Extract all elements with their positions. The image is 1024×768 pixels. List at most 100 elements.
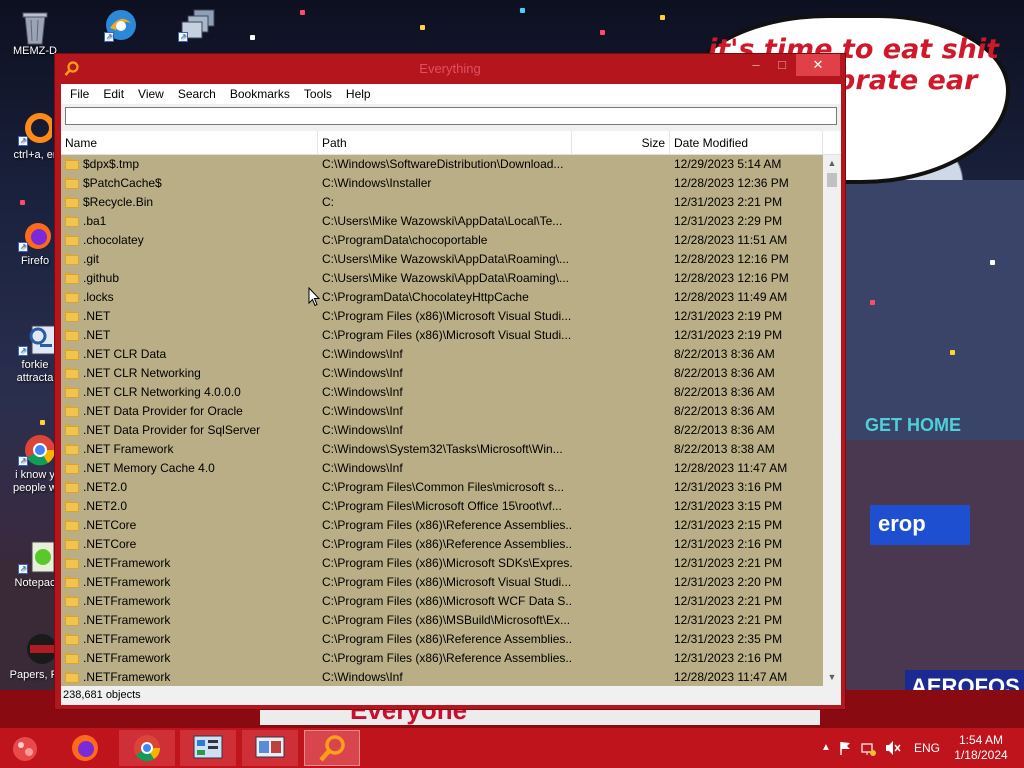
table-row[interactable]: .NETCore C:\Program Files (x86)\Reference… bbox=[61, 535, 823, 554]
menu-tools[interactable]: Tools bbox=[297, 84, 339, 104]
language-indicator[interactable]: ENG bbox=[910, 728, 944, 768]
scroll-thumb[interactable] bbox=[827, 173, 837, 187]
results-list[interactable]: Name Path Size Date Modified $dpx$.tmp C:… bbox=[61, 131, 841, 686]
menu-file[interactable]: File bbox=[63, 84, 96, 104]
table-row[interactable]: .NET C:\Program Files (x86)\Microsoft Vis… bbox=[61, 326, 823, 345]
show-hidden-icons-button[interactable]: ▲ bbox=[816, 728, 836, 768]
table-row[interactable]: .NET CLR Networking 4.0.0.0 C:\Windows\In… bbox=[61, 383, 823, 402]
shortcut-arrow-icon: ↗ bbox=[18, 456, 28, 466]
maximize-button[interactable]: □ bbox=[769, 54, 795, 76]
cell-path: C:\Windows\Inf bbox=[322, 670, 403, 684]
taskbar-everything[interactable] bbox=[304, 730, 360, 766]
column-size-header[interactable]: Size bbox=[572, 131, 670, 155]
table-row[interactable]: .NET2.0 C:\Program Files\Microsoft Office… bbox=[61, 497, 823, 516]
table-row[interactable]: .github C:\Users\Mike Wazowski\AppData\Ro… bbox=[61, 269, 823, 288]
column-date-header[interactable]: Date Modified bbox=[670, 131, 823, 155]
column-name-header[interactable]: Name bbox=[61, 131, 318, 155]
table-row[interactable]: .NETFramework C:\Program Files (x86)\Micr… bbox=[61, 573, 823, 592]
cell-date: 12/31/2023 2:21 PM bbox=[674, 613, 783, 627]
table-row[interactable]: $PatchCache$ C:\Windows\Installer 12/28/20… bbox=[61, 174, 823, 193]
table-row[interactable]: .chocolatey C:\ProgramData\chocoportable 1… bbox=[61, 231, 823, 250]
start-button[interactable] bbox=[0, 730, 50, 766]
folder-icon bbox=[65, 310, 79, 322]
volume-muted-icon[interactable] bbox=[884, 728, 904, 768]
desktop-icon-memz[interactable]: MEMZ-D bbox=[4, 8, 66, 57]
table-row[interactable]: .NETFramework C:\Program Files (x86)\MSBu… bbox=[61, 611, 823, 630]
taskbar-control-panel[interactable] bbox=[180, 730, 236, 766]
firefox-icon: ↗ bbox=[18, 218, 52, 252]
table-row[interactable]: .NET C:\Program Files (x86)\Microsoft Vis… bbox=[61, 307, 823, 326]
clock[interactable]: 1:54 AM 1/18/2024 bbox=[950, 733, 1012, 763]
cell-path: C:\Windows\Inf bbox=[322, 347, 403, 361]
cell-name: .NETFramework bbox=[83, 632, 171, 646]
cell-date: 12/31/2023 3:16 PM bbox=[674, 480, 783, 494]
table-row[interactable]: .NET Framework C:\Windows\System32\Tasks\… bbox=[61, 440, 823, 459]
menu-search[interactable]: Search bbox=[171, 84, 223, 104]
table-row[interactable]: .NET2.0 C:\Program Files\Common Files\mic… bbox=[61, 478, 823, 497]
menu-view[interactable]: View bbox=[131, 84, 171, 104]
column-path-header[interactable]: Path bbox=[318, 131, 572, 155]
cell-date: 12/31/2023 2:21 PM bbox=[674, 195, 783, 209]
table-row[interactable]: .locks C:\ProgramData\ChocolateyHttpCache… bbox=[61, 288, 823, 307]
table-row[interactable]: .NET Memory Cache 4.0 C:\Windows\Inf 12/28… bbox=[61, 459, 823, 478]
cell-name: .NET Framework bbox=[83, 442, 174, 456]
search-input[interactable] bbox=[65, 107, 837, 125]
table-row[interactable]: .NETFramework C:\Program Files (x86)\Micr… bbox=[61, 592, 823, 611]
minimize-button[interactable]: – bbox=[743, 54, 769, 76]
cell-name: .NET Data Provider for Oracle bbox=[83, 404, 243, 418]
desktop-icon-edge[interactable]: ↗ bbox=[90, 8, 152, 45]
table-row[interactable]: .NETFramework C:\Program Files (x86)\Refe… bbox=[61, 649, 823, 668]
menu-bookmarks[interactable]: Bookmarks bbox=[223, 84, 297, 104]
folder-icon bbox=[65, 215, 79, 227]
cell-name: .NET CLR Networking bbox=[83, 366, 201, 380]
taskbar-window-switcher[interactable] bbox=[242, 730, 298, 766]
taskbar-firefox[interactable] bbox=[58, 730, 114, 766]
scroll-down-icon[interactable]: ▼ bbox=[823, 669, 841, 686]
taskbar-chrome[interactable] bbox=[119, 730, 175, 766]
vertical-scrollbar[interactable]: ▲ ▼ bbox=[823, 155, 841, 686]
cell-date: 12/31/2023 3:15 PM bbox=[674, 499, 783, 513]
title-bar[interactable]: Everything – □ ✕ bbox=[55, 54, 845, 84]
table-row[interactable]: .NETFramework C:\Program Files (x86)\Micr… bbox=[61, 554, 823, 573]
table-row[interactable]: .NETCore C:\Program Files (x86)\Reference… bbox=[61, 516, 823, 535]
desktop-icon-windows[interactable]: ↗ bbox=[164, 8, 226, 45]
cell-name: .NET bbox=[83, 309, 111, 323]
shortcut-arrow-icon: ↗ bbox=[18, 136, 28, 146]
wallpaper-sign-gethome: GET HOME bbox=[865, 415, 962, 435]
table-row[interactable]: .git C:\Users\Mike Wazowski\AppData\Roami… bbox=[61, 250, 823, 269]
cell-path: C:\Windows\Inf bbox=[322, 366, 403, 380]
scroll-up-icon[interactable]: ▲ bbox=[823, 155, 841, 172]
cell-date: 12/28/2023 11:49 AM bbox=[674, 290, 788, 304]
cell-path: C:\Program Files (x86)\MSBuild\Microsoft… bbox=[322, 613, 571, 627]
cell-path: C:\Windows\Inf bbox=[322, 461, 403, 475]
table-row[interactable]: $Recycle.Bin C: 12/31/2023 2:21 PM bbox=[61, 193, 823, 212]
table-row[interactable]: $dpx$.tmp C:\Windows\SoftwareDistribution… bbox=[61, 155, 823, 174]
network-icon[interactable] bbox=[860, 728, 880, 768]
cell-path: C:\Program Files (x86)\Microsoft WCF Dat… bbox=[322, 594, 572, 608]
table-row[interactable]: .NET Data Provider for Oracle C:\Windows\… bbox=[61, 402, 823, 421]
results-rows: $dpx$.tmp C:\Windows\SoftwareDistribution… bbox=[61, 155, 823, 686]
menu-help[interactable]: Help bbox=[339, 84, 378, 104]
cell-name: .NETCore bbox=[83, 537, 137, 551]
table-row[interactable]: .NET CLR Data C:\Windows\Inf 8/22/2013 8:3… bbox=[61, 345, 823, 364]
cell-name: .NETFramework bbox=[83, 556, 171, 570]
folder-icon bbox=[65, 177, 79, 189]
control-panel-icon bbox=[192, 734, 224, 765]
menu-edit[interactable]: Edit bbox=[96, 84, 131, 104]
table-row[interactable]: .NET CLR Networking C:\Windows\Inf 8/22/20… bbox=[61, 364, 823, 383]
table-row[interactable]: .ba1 C:\Users\Mike Wazowski\AppData\Local… bbox=[61, 212, 823, 231]
table-row[interactable]: .NET Data Provider for SqlServer C:\Windo… bbox=[61, 421, 823, 440]
table-row[interactable]: .NETFramework C:\Program Files (x86)\Refe… bbox=[61, 630, 823, 649]
folder-icon bbox=[65, 671, 79, 683]
clock-time: 1:54 AM bbox=[958, 733, 1004, 747]
cell-date: 12/31/2023 2:15 PM bbox=[674, 518, 783, 532]
window-client: File Edit View Search Bookmarks Tools He… bbox=[61, 84, 841, 705]
action-center-flag-icon[interactable] bbox=[838, 728, 856, 768]
cell-name: .github bbox=[83, 271, 120, 285]
cell-date: 12/28/2023 12:16 PM bbox=[674, 252, 789, 266]
table-row[interactable]: .NETFramework C:\Windows\Inf 12/28/2023 11… bbox=[61, 668, 823, 686]
cell-date: 12/29/2023 5:14 AM bbox=[674, 157, 782, 171]
folder-icon bbox=[65, 652, 79, 664]
folder-icon bbox=[65, 519, 79, 531]
close-button[interactable]: ✕ bbox=[796, 54, 840, 76]
